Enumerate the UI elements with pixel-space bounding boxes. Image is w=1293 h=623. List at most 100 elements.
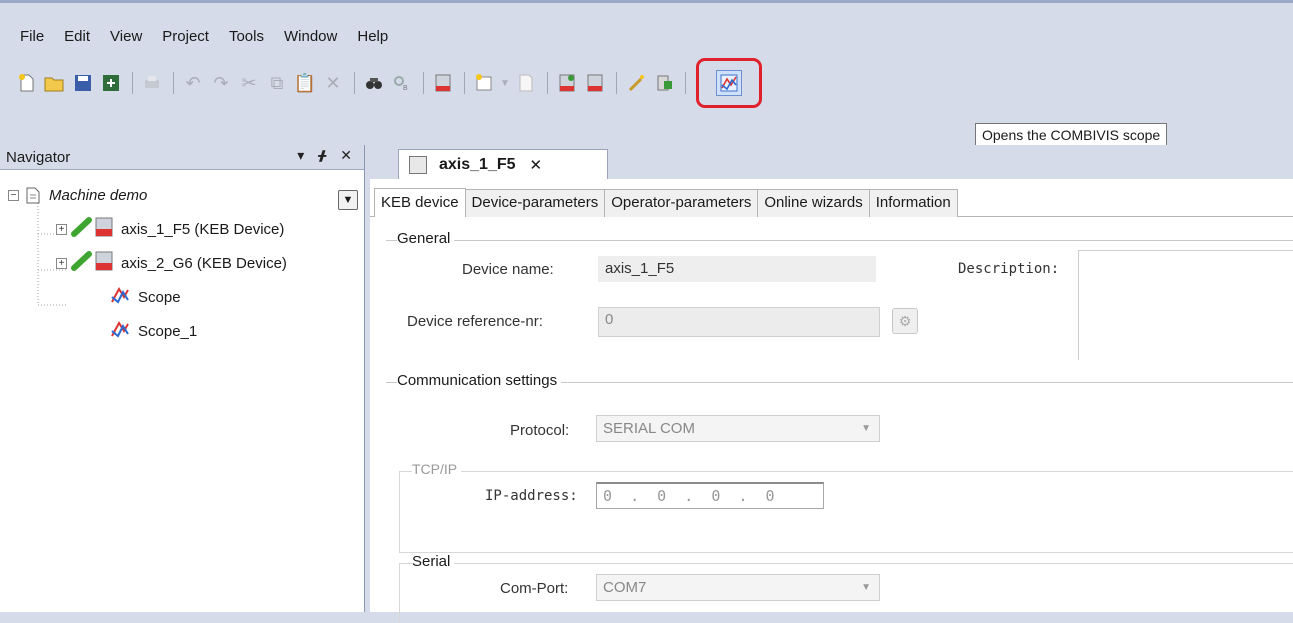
protocol-select[interactable]: SERIAL COM ▼ [596, 415, 880, 442]
ref-settings-icon[interactable]: ⚙ [892, 308, 918, 334]
close-icon[interactable]: ✕ [530, 156, 543, 174]
chevron-down-icon: ▼ [861, 582, 871, 593]
device-tabs: KEB device Device-parameters Operator-pa… [370, 187, 1293, 218]
collapse-icon[interactable]: − [8, 189, 19, 201]
serial-title: Serial [412, 553, 455, 570]
toolbar-separator [173, 72, 174, 94]
tab-online-wizards[interactable]: Online wizards [757, 189, 870, 217]
expand-icon[interactable]: + [56, 223, 67, 235]
device-name-label: Device name: [462, 261, 554, 278]
wand-icon[interactable] [623, 70, 649, 96]
tree-item-axis-1[interactable]: + axis_1_F5 (KEB Device) [0, 212, 364, 246]
ip-address-field[interactable]: 0 . 0 . 0 . 0 [596, 482, 824, 509]
chevron-down-icon[interactable]: ▼ [499, 70, 511, 96]
tcpip-group [399, 471, 1293, 553]
description-field[interactable] [1078, 250, 1293, 360]
ip-address-label: IP-address: [485, 488, 578, 504]
scope-icon[interactable] [716, 70, 742, 96]
protocol-label: Protocol: [510, 422, 570, 439]
paste-icon[interactable]: 📋 [292, 70, 318, 96]
page-icon[interactable] [513, 70, 539, 96]
document-tab-bar: axis_1_F5 ✕ [370, 145, 1293, 179]
tab-axis-1[interactable]: axis_1_F5 ✕ [398, 149, 608, 179]
toolbar-separator [464, 72, 465, 94]
menu-view[interactable]: View [100, 25, 152, 49]
description-label: Description: [958, 261, 1060, 277]
navigator-panel: Navigator ▾ ᚋ ✕ − Machine demo ▼ + axis_… [0, 145, 365, 612]
device-ref-field[interactable]: 0 [598, 307, 880, 337]
scope-highlight [696, 58, 762, 108]
keb-online-icon[interactable] [554, 70, 580, 96]
project-tree: − Machine demo ▼ + axis_1_F5 (KEB Device… [0, 170, 364, 348]
pin-icon[interactable]: ᚋ [318, 147, 326, 164]
print-icon[interactable] [139, 70, 165, 96]
general-group [386, 240, 1293, 241]
toolbar-separator [547, 72, 548, 94]
tab-operator-parameters[interactable]: Operator-parameters [604, 189, 759, 217]
tree-item-axis-2[interactable]: + axis_2_G6 (KEB Device) [0, 246, 364, 280]
tab-keb-device[interactable]: KEB device [374, 188, 466, 218]
com-port-value: COM7 [603, 579, 647, 596]
menu-edit[interactable]: Edit [54, 25, 100, 49]
tree-item-label: Scope [138, 288, 181, 306]
tcpip-title: TCP/IP [412, 461, 462, 477]
menu-help[interactable]: Help [347, 25, 398, 49]
tab-device-parameters[interactable]: Device-parameters [464, 189, 606, 217]
navigator-title: Navigator [6, 148, 71, 166]
save-icon[interactable] [70, 70, 96, 96]
device-name-field[interactable]: axis_1_F5 [598, 256, 876, 282]
menu-file[interactable]: File [12, 25, 54, 49]
keb-device-icon [95, 251, 113, 275]
scope-tooltip: Opens the COMBIVIS scope [975, 123, 1168, 147]
close-icon[interactable]: ✕ [340, 147, 352, 164]
tree-item-label: axis_1_F5 (KEB Device) [121, 220, 285, 238]
save-all-icon[interactable] [98, 70, 124, 96]
tree-item-machine-demo[interactable]: − Machine demo ▼ [0, 178, 364, 212]
keb-device-page: General Device name: axis_1_F5 Descripti… [370, 217, 1293, 623]
keb-device2-icon[interactable] [582, 70, 608, 96]
protocol-value: SERIAL COM [603, 420, 695, 437]
connection-icon [71, 217, 93, 241]
scope-icon [110, 320, 130, 342]
toolbar-separator [423, 72, 424, 94]
toolbar-separator [132, 72, 133, 94]
menu-project[interactable]: Project [152, 25, 219, 49]
menu-tools[interactable]: Tools [219, 25, 274, 49]
com-port-select[interactable]: COM7 ▼ [596, 574, 880, 601]
keb-device-icon[interactable] [430, 70, 456, 96]
toolbar-separator [354, 72, 355, 94]
menu-window[interactable]: Window [274, 25, 347, 49]
cut-icon[interactable]: ✂ [236, 70, 262, 96]
navigator-header: Navigator ▾ ᚋ ✕ [0, 145, 364, 170]
delete-icon[interactable]: ✕ [320, 70, 346, 96]
expand-icon[interactable]: + [56, 257, 67, 269]
new-icon[interactable] [14, 70, 40, 96]
copy-icon[interactable]: ⧉ [264, 70, 290, 96]
export-icon[interactable] [651, 70, 677, 96]
new-item-icon[interactable] [471, 70, 497, 96]
tree-item-label: Scope_1 [138, 322, 198, 340]
project-icon [25, 187, 41, 204]
redo-icon[interactable]: ↷ [208, 70, 234, 96]
tree-item-scope-1[interactable]: Scope_1 [0, 314, 364, 348]
menu-bar: File Edit View Project Tools Window Help [12, 25, 398, 49]
dropdown-icon[interactable]: ▾ [297, 147, 304, 164]
main-toolbar: ↶ ↷ ✂ ⧉ 📋 ✕ B ▼ [14, 58, 762, 108]
chevron-down-icon[interactable]: ▼ [338, 190, 358, 210]
device-doc-icon [409, 155, 427, 174]
com-port-label: Com-Port: [500, 580, 569, 597]
keb-device-icon [95, 217, 113, 241]
toolbar-separator [616, 72, 617, 94]
undo-icon[interactable]: ↶ [180, 70, 206, 96]
open-icon[interactable] [42, 70, 68, 96]
scope-icon [110, 286, 130, 308]
tree-item-scope[interactable]: Scope [0, 280, 364, 314]
tab-information[interactable]: Information [868, 189, 958, 217]
window-chrome: File Edit View Project Tools Window Help… [0, 0, 1293, 147]
replace-icon[interactable]: B [389, 70, 415, 96]
doc-tab-label: axis_1_F5 [439, 155, 516, 173]
find-icon[interactable] [361, 70, 387, 96]
device-ref-label: Device reference-nr: [407, 313, 543, 330]
general-title: General [397, 230, 455, 247]
comm-title: Communication settings [397, 372, 562, 389]
